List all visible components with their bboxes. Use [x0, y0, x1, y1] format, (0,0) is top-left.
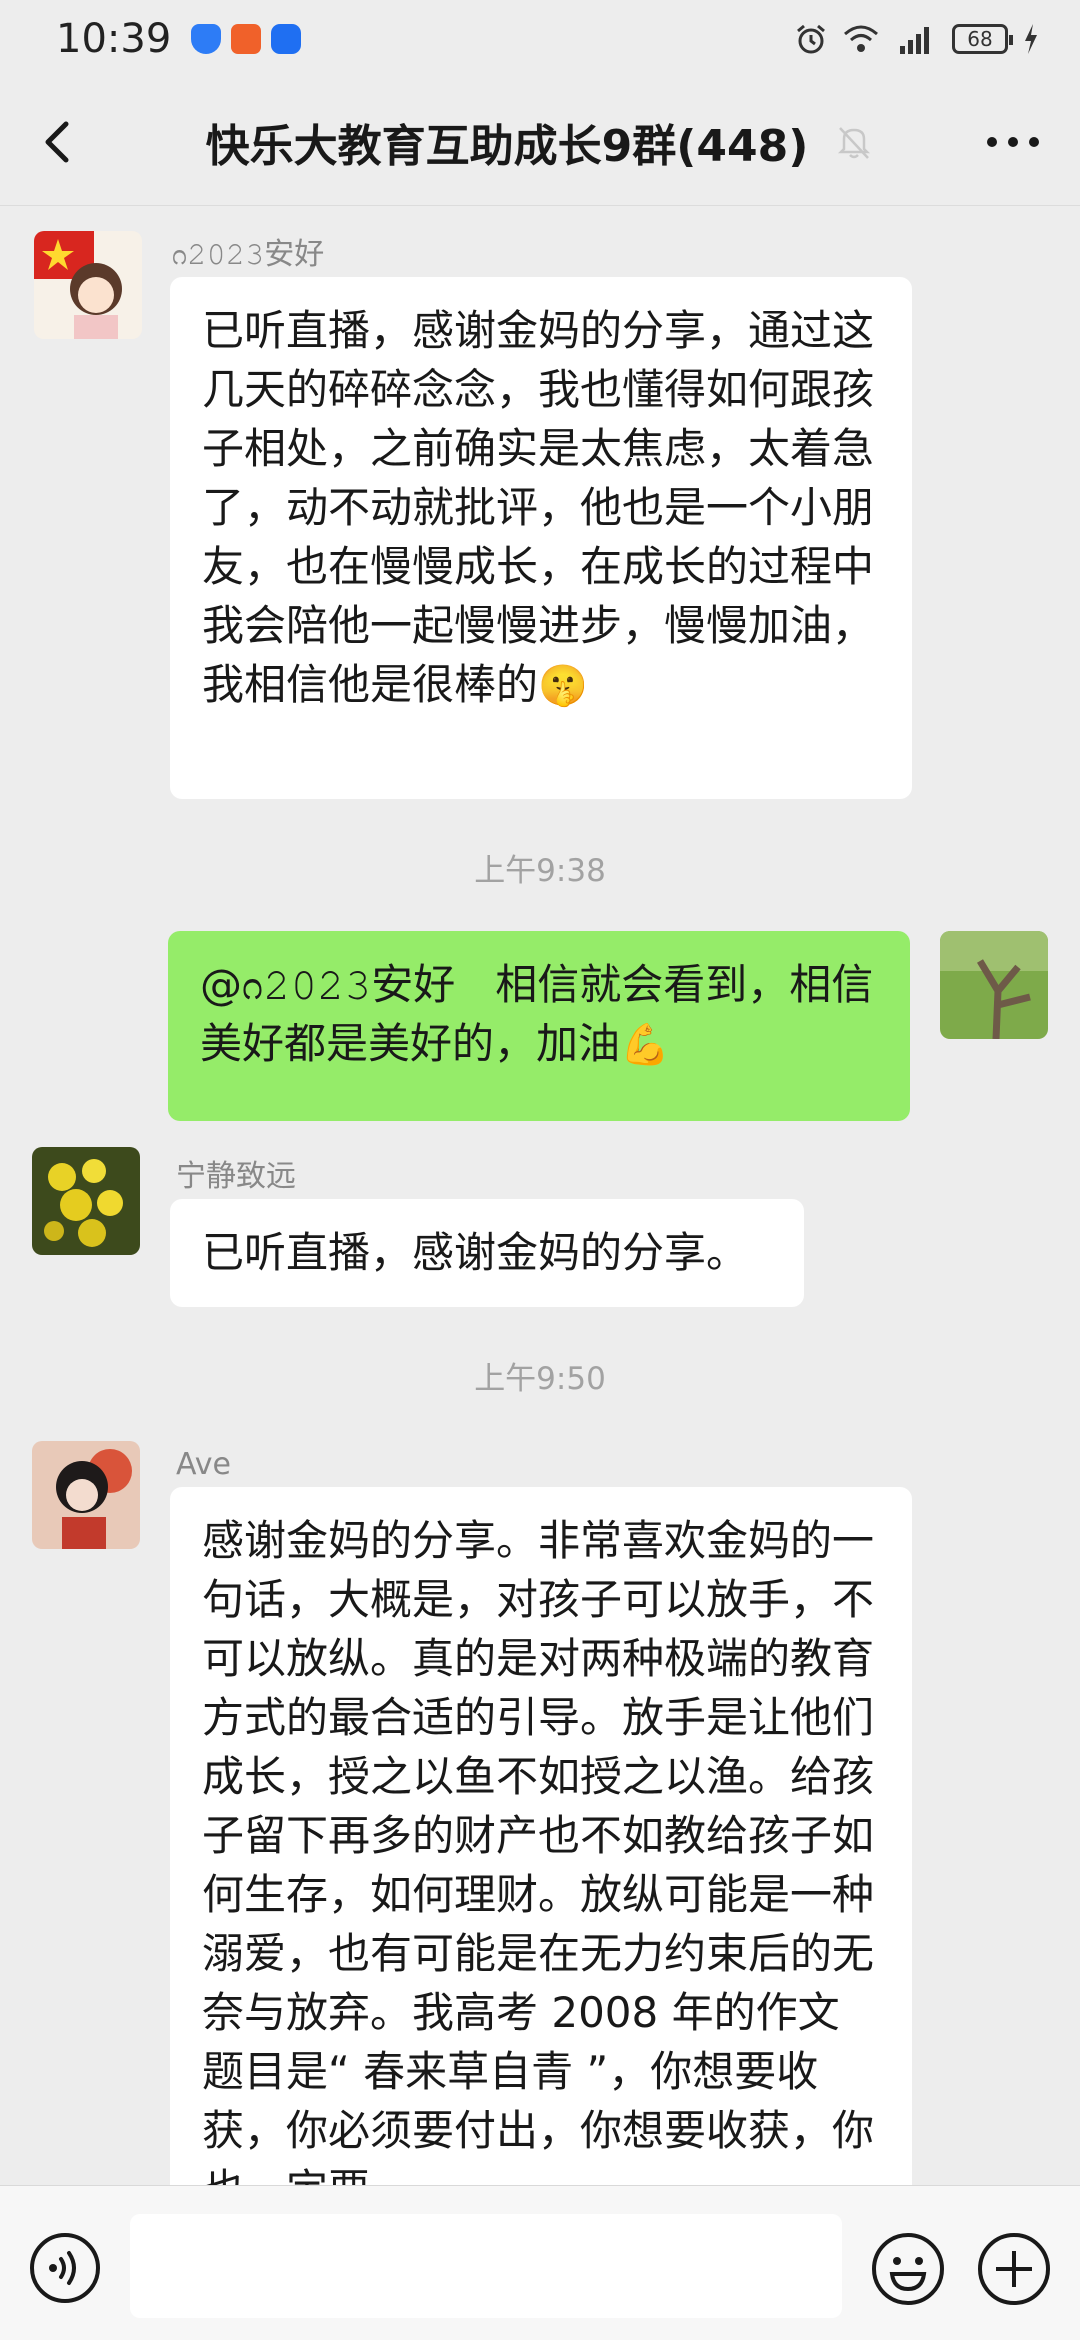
status-indicators: 68	[794, 22, 1040, 56]
more-dots-icon[interactable]	[978, 122, 1048, 162]
orange-app-icon	[231, 24, 262, 54]
alarm-icon	[797, 24, 825, 54]
plus-circle-icon[interactable]	[976, 2231, 1052, 2307]
signal-icon	[900, 27, 929, 54]
message-bubble-self[interactable]: @ᦅ𝟸𝟶𝟸𝟹安好 相信就会看到，相信美好都是美好的，加油💪	[168, 931, 910, 1121]
message-emoji: 🤫	[538, 663, 588, 709]
chat-header: 快乐大教育互助成长9群(448)	[0, 78, 1080, 206]
status-app-icons	[191, 24, 302, 54]
sender-name: Ave	[176, 1447, 231, 1482]
avatar[interactable]	[34, 231, 142, 339]
charging-icon	[1025, 24, 1037, 54]
status-time: 10:39	[56, 16, 172, 62]
avatar-tree-image	[940, 931, 1048, 1039]
message-input[interactable]	[130, 2214, 842, 2318]
message-text: 已听直播，感谢金妈的分享。	[202, 1228, 749, 1277]
avatar-girl-image	[34, 231, 142, 339]
avatar-self[interactable]	[940, 931, 1048, 1039]
sender-name: 宁静致远	[176, 1159, 296, 1194]
avatar[interactable]	[32, 1147, 140, 1255]
avatar-portrait-image	[32, 1441, 140, 1549]
message-emoji: 💪	[620, 1022, 670, 1068]
smiley-icon[interactable]	[870, 2231, 946, 2307]
status-bar: 10:39 68	[0, 0, 1080, 78]
timestamp: 上午9:50	[474, 1361, 606, 1397]
sender-name: ᦅ𝟸𝟶𝟸𝟹安好	[172, 237, 325, 272]
message-list[interactable]: ᦅ𝟸𝟶𝟸𝟹安好 已听直播，感谢金妈的分享，通过这几天的碎碎念念，我也懂得如何跟孩…	[0, 207, 1080, 2185]
chat-screen: 10:39 68 快乐大教育互助成长9群(448) ᦅ𝟸𝟶𝟸𝟹安好 已听直播，感…	[0, 0, 1080, 2340]
message-bubble[interactable]: 感谢金妈的分享。非常喜欢金妈的一句话，大概是，对孩子可以放手，不可以放纵。真的是…	[170, 1487, 912, 2185]
battery-indicator: 68	[952, 24, 1013, 54]
input-bar	[0, 2185, 1080, 2340]
avatar[interactable]	[32, 1441, 140, 1549]
timestamp: 上午9:38	[474, 853, 606, 889]
back-icon[interactable]	[28, 110, 88, 174]
bulb-app-icon	[271, 24, 302, 54]
message-bubble[interactable]: 已听直播，感谢金妈的分享，通过这几天的碎碎念念，我也懂得如何跟孩子相处，之前确实…	[170, 277, 912, 799]
message-text: 已听直播，感谢金妈的分享，通过这几天的碎碎念念，我也懂得如何跟孩子相处，之前确实…	[202, 306, 875, 709]
wifi-icon	[844, 25, 878, 52]
message-bubble[interactable]: 已听直播，感谢金妈的分享。	[170, 1199, 804, 1307]
message-text: 感谢金妈的分享。非常喜欢金妈的一句话，大概是，对孩子可以放手，不可以放纵。真的是…	[202, 1516, 875, 2185]
voice-icon[interactable]	[28, 2231, 102, 2305]
bell-off-icon	[838, 126, 871, 159]
chat-title: 快乐大教育互助成长9群(448)	[205, 120, 809, 172]
shield-app-icon	[191, 24, 222, 54]
avatar-flower-image	[32, 1147, 140, 1255]
mention-text: @ᦅ𝟸𝟶𝟸𝟹安好	[200, 960, 456, 1009]
